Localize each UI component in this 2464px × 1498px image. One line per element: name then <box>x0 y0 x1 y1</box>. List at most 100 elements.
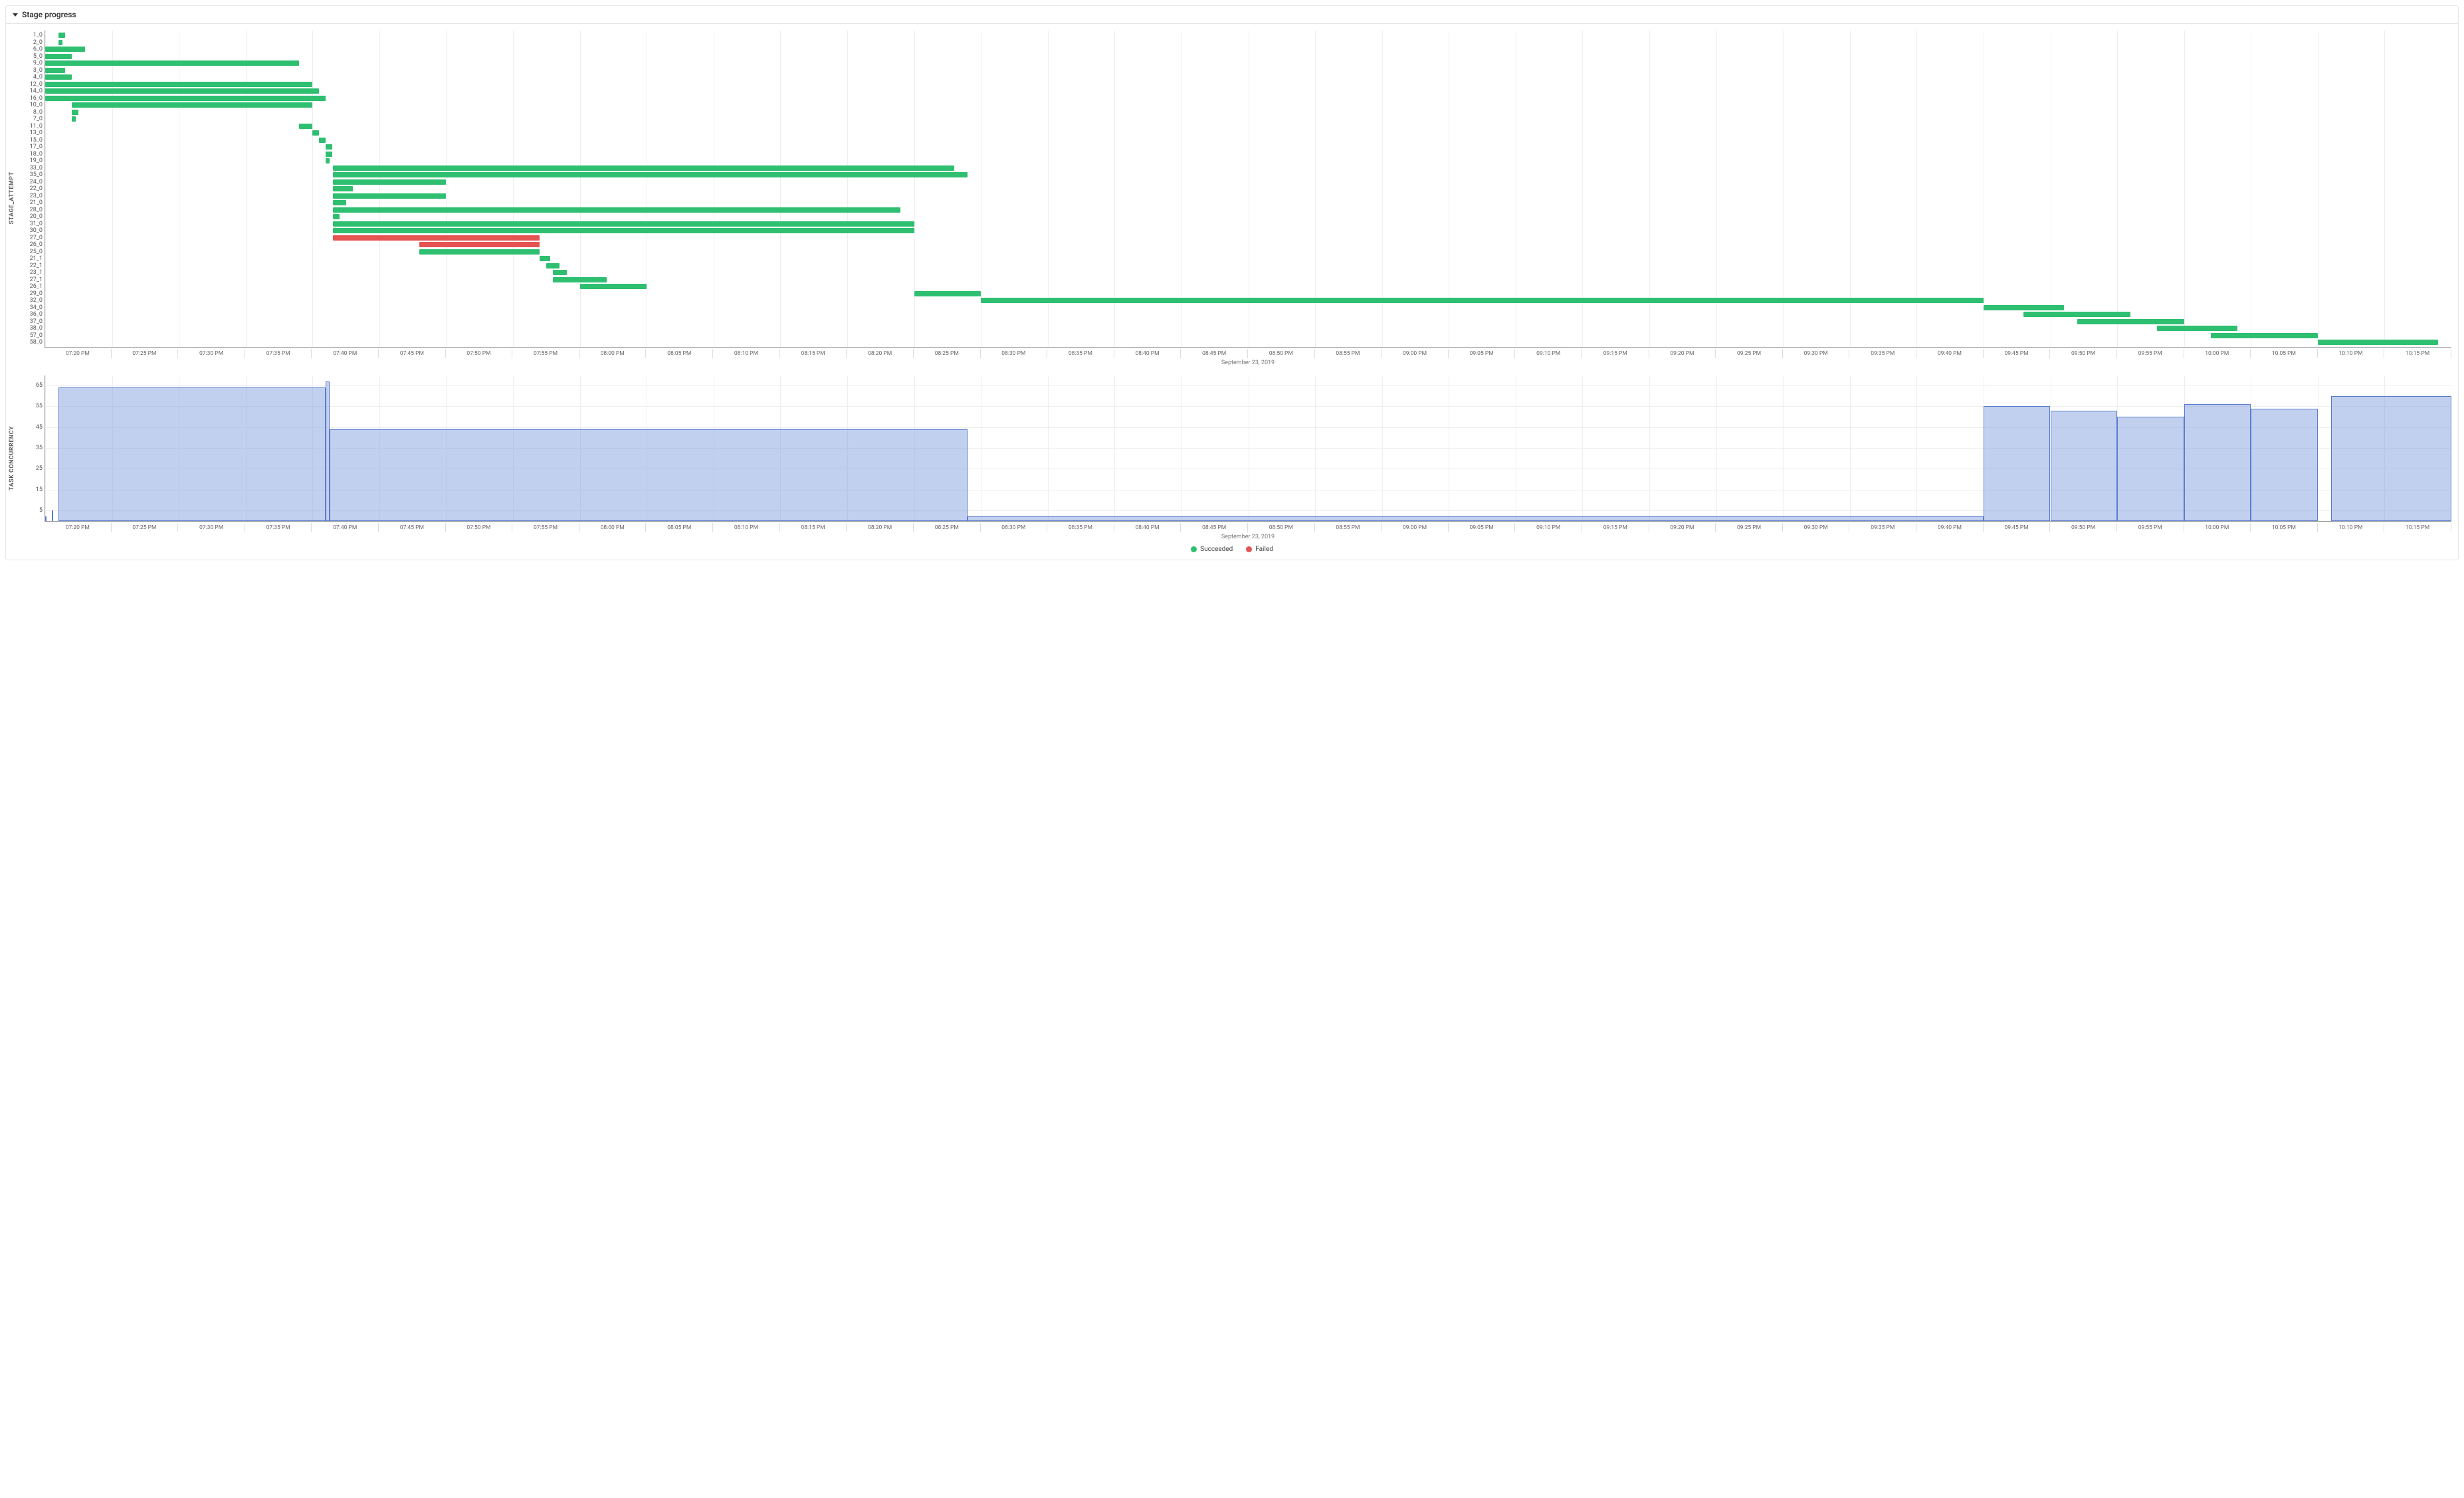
gantt-row-label: 6_0 <box>21 46 43 53</box>
concurrency-chart-wrap: TASK CONCURRENCY 5152535455565 07:20 PM0… <box>6 369 2458 540</box>
gantt-bar[interactable] <box>326 144 332 150</box>
x-tick: 08:30 PM <box>981 349 1048 358</box>
gantt-bar[interactable] <box>1984 305 2064 310</box>
x-tick: 08:25 PM <box>914 349 981 358</box>
panel-header[interactable]: Stage progress <box>6 6 2458 24</box>
gantt-row-label: 3_0 <box>21 67 43 74</box>
gantt-row: 29_0 <box>45 290 2451 298</box>
gantt-bar[interactable] <box>419 249 540 255</box>
gantt-bar[interactable] <box>333 186 353 191</box>
gantt-bar[interactable] <box>333 235 540 241</box>
gantt-bar[interactable] <box>45 60 299 66</box>
gantt-bar[interactable] <box>319 138 326 143</box>
gantt-row: 23_0 <box>45 193 2451 200</box>
gantt-bar[interactable] <box>45 88 319 94</box>
x-tick: 09:10 PM <box>1515 523 1582 532</box>
gantt-bar[interactable] <box>72 102 312 108</box>
y-tick: 35 <box>27 445 43 451</box>
gantt-row: 23_1 <box>45 269 2451 276</box>
gantt-bar[interactable] <box>333 228 914 233</box>
gantt-bar[interactable] <box>2077 319 2184 324</box>
x-tick: 08:00 PM <box>579 349 647 358</box>
gantt-row-label: 35_0 <box>21 171 43 179</box>
gantt-row-label: 19_0 <box>21 158 43 165</box>
x-tick: 09:55 PM <box>2117 349 2184 358</box>
gantt-bar[interactable] <box>419 242 540 247</box>
gantt-bar[interactable] <box>540 256 550 261</box>
gantt-bar[interactable] <box>333 207 901 213</box>
concurrency-bar[interactable] <box>2117 417 2184 520</box>
gantt-bar[interactable] <box>2211 333 2318 338</box>
x-tick: 09:35 PM <box>1849 523 1916 532</box>
gantt-bar[interactable] <box>58 40 62 45</box>
gantt-bar[interactable] <box>312 130 319 136</box>
gantt-bar[interactable] <box>333 179 447 185</box>
gantt-bar[interactable] <box>299 124 312 129</box>
gantt-bar[interactable] <box>326 158 330 163</box>
gantt-bar[interactable] <box>45 47 85 52</box>
x-tick: 08:15 PM <box>780 349 847 358</box>
gantt-bar[interactable] <box>546 263 560 268</box>
concurrency-bar[interactable] <box>58 387 326 520</box>
collapse-caret-icon[interactable] <box>13 13 18 17</box>
gantt-bar[interactable] <box>326 152 332 157</box>
gantt-bar[interactable] <box>45 82 312 87</box>
gantt-bar[interactable] <box>333 193 447 199</box>
x-tick: 07:30 PM <box>178 523 245 532</box>
gantt-bar[interactable] <box>333 165 954 171</box>
gantt-bar[interactable] <box>72 116 76 122</box>
concurrency-bar[interactable] <box>330 429 968 521</box>
gantt-row-label: 37_0 <box>21 318 43 326</box>
gantt-row: 15_0 <box>45 137 2451 144</box>
gantt-bar[interactable] <box>553 270 566 275</box>
stage-progress-panel: Stage progress STAGE_ATTEMPT 1_02_06_05_… <box>5 5 2459 560</box>
gantt-bar[interactable] <box>333 214 340 219</box>
gantt-bar[interactable] <box>981 298 1984 303</box>
concurrency-bar[interactable] <box>1984 406 2051 520</box>
concurrency-x-axis-date: September 23, 2019 <box>45 534 2451 540</box>
gantt-row: 19_0 <box>45 158 2451 165</box>
gantt-row-label: 8_0 <box>21 109 43 116</box>
x-tick: 09:40 PM <box>1916 523 1984 532</box>
gantt-row-label: 22_1 <box>21 263 43 270</box>
gantt-bar[interactable] <box>333 200 346 205</box>
concurrency-bar[interactable] <box>968 516 1984 520</box>
concurrency-bar[interactable] <box>2331 396 2451 521</box>
gantt-bar[interactable] <box>45 54 72 59</box>
gantt-row-label: 23_1 <box>21 269 43 276</box>
x-tick: 08:55 PM <box>1315 523 1382 532</box>
gantt-bar[interactable] <box>45 96 326 101</box>
gantt-bar[interactable] <box>333 221 914 227</box>
gantt-bar[interactable] <box>2023 312 2130 317</box>
concurrency-bar[interactable] <box>2184 404 2251 520</box>
gantt-bar[interactable] <box>45 74 72 80</box>
gantt-row: 31_0 <box>45 221 2451 228</box>
gantt-bar[interactable] <box>58 33 65 38</box>
x-tick: 09:25 PM <box>1716 349 1783 358</box>
x-tick: 07:25 PM <box>112 523 179 532</box>
x-tick: 07:25 PM <box>112 349 179 358</box>
x-tick: 07:35 PM <box>245 523 312 532</box>
x-tick: 08:25 PM <box>914 523 981 532</box>
gantt-row: 22_0 <box>45 185 2451 193</box>
gantt-row-label: 1_0 <box>21 32 43 39</box>
gantt-row: 11_0 <box>45 123 2451 130</box>
concurrency-bar[interactable] <box>2251 409 2318 521</box>
gantt-row: 14_0 <box>45 88 2451 95</box>
gantt-bar[interactable] <box>914 291 981 296</box>
x-tick: 09:25 PM <box>1716 523 1783 532</box>
x-tick: 09:50 PM <box>2050 349 2117 358</box>
gantt-row: 30_0 <box>45 227 2451 235</box>
gantt-row-label: 38_0 <box>21 325 43 332</box>
gantt-row: 22_1 <box>45 263 2451 270</box>
gantt-bar[interactable] <box>553 277 606 282</box>
gantt-bar[interactable] <box>72 110 78 115</box>
gantt-bar[interactable] <box>333 172 968 177</box>
gantt-bar[interactable] <box>580 284 647 289</box>
concurrency-bar[interactable] <box>2051 411 2118 521</box>
gantt-bar[interactable] <box>45 68 65 73</box>
gantt-bar[interactable] <box>2318 340 2438 345</box>
gantt-bar[interactable] <box>2157 326 2237 331</box>
concurrency-y-axis-label: TASK CONCURRENCY <box>6 375 18 540</box>
gantt-row-label: 25_0 <box>21 249 43 256</box>
